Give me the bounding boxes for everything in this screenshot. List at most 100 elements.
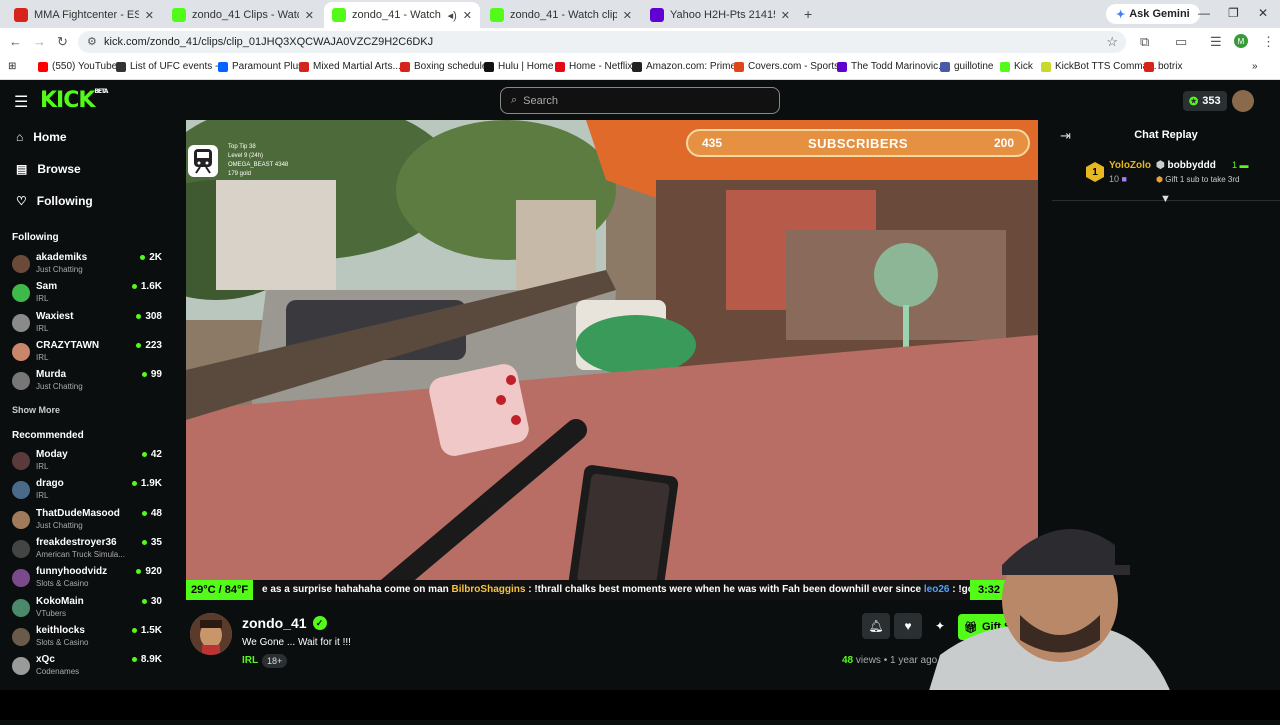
media-icon[interactable]: ▭ <box>1175 34 1187 50</box>
audio-icon[interactable]: ◂) <box>448 9 457 22</box>
sub-badge-icon: ■ <box>1121 174 1127 184</box>
viewer-count: 99 <box>141 369 162 380</box>
channel-category: IRL <box>36 323 49 333</box>
bookmark-item[interactable]: Amazon.com: Prime... <box>632 61 744 72</box>
minimize-icon[interactable]: — <box>1198 6 1210 20</box>
bookmark-item[interactable]: botrix <box>1144 61 1182 72</box>
url-text: kick.com/zondo_41/clips/clip_01JHQ3XQCWA… <box>104 36 434 48</box>
gifter-name: YoloZolo <box>1109 160 1152 171</box>
forward-icon[interactable]: → <box>33 34 46 49</box>
recipient-text: bobbyddd <box>1167 160 1216 171</box>
channel-item-freakdestroyer36[interactable]: freakdestroyer36 American Truck Simula...… <box>12 537 162 563</box>
search-placeholder: Search <box>523 94 559 107</box>
close-tab-icon[interactable]: ✕ <box>623 9 632 22</box>
views-label: views <box>855 655 881 666</box>
bookmark-item[interactable]: KickBot TTS Comma... <box>1041 61 1157 72</box>
channel-item-murda[interactable]: Murda Just Chatting 99 <box>12 369 162 395</box>
streamer-avatar[interactable] <box>190 613 232 655</box>
channel-item-thatdudemasood[interactable]: ThatDudeMasood Just Chatting 48 <box>12 508 162 534</box>
bookmark-item[interactable]: Kick <box>1000 61 1033 72</box>
more-bookmarks-icon[interactable]: » <box>1252 61 1258 72</box>
viewer-count: 8.9K <box>131 654 162 665</box>
close-tab-icon[interactable]: ✕ <box>463 9 472 22</box>
bookmark-item[interactable]: The Todd Marinovic... <box>837 61 946 72</box>
channel-name: ThatDudeMasood <box>36 507 120 519</box>
bell-icon: 🔔︎ <box>868 619 884 633</box>
new-tab-button[interactable]: + <box>804 6 812 22</box>
page-bottom <box>0 690 1280 720</box>
close-window-icon[interactable]: ✕ <box>1258 6 1268 20</box>
bookmark-item[interactable]: Boxing schedule <box>400 61 487 72</box>
kick-favicon-icon <box>332 8 346 22</box>
user-avatar[interactable] <box>1232 90 1254 112</box>
browser-tab[interactable]: Yahoo H2H-Pts 214155 - Mr. Bc ✕ <box>642 2 798 28</box>
browser-tab[interactable]: zondo_41 - Watch clips on Kick ✕ <box>482 2 640 28</box>
bookmark-item[interactable]: (550) YouTube <box>38 61 117 72</box>
bookmark-item[interactable]: Home - Netflix <box>555 61 632 72</box>
downloads-icon[interactable]: ☰ <box>1210 34 1222 50</box>
channel-item-waxiest[interactable]: Waxiest IRL 308 <box>12 311 162 337</box>
close-tab-icon[interactable]: ✕ <box>145 9 154 22</box>
streamer-name[interactable]: zondo_41 ✓ <box>242 615 327 631</box>
bookmark-item[interactable]: guillotine <box>940 61 993 72</box>
restore-icon[interactable]: ❐ <box>1228 6 1239 20</box>
channel-item-kokomain[interactable]: KokoMain VTubers 30 <box>12 596 162 622</box>
channel-item-akademiks[interactable]: akademiks Just Chatting 2K <box>12 252 162 278</box>
profile-avatar-icon[interactable]: M <box>1234 34 1248 48</box>
back-icon[interactable]: ← <box>9 34 22 49</box>
channel-item-moday[interactable]: Moday IRL 42 <box>12 449 162 475</box>
points-count: 353 <box>1202 95 1221 107</box>
gift-message-text: Gift 1 sub to take 3rd <box>1165 175 1240 184</box>
nav-following[interactable]: ♡ Following <box>16 194 93 208</box>
channel-item-drago[interactable]: drago IRL 1.9K <box>12 478 162 504</box>
channel-avatar <box>12 284 30 303</box>
extensions-icon[interactable]: ⧉ <box>1140 34 1149 50</box>
menu-dots-icon[interactable]: ⋮ <box>1262 34 1275 50</box>
bookmark-item[interactable]: Mixed Martial Arts... <box>299 61 401 72</box>
viewer-count: 2K <box>140 252 162 263</box>
apps-grid-icon[interactable]: ⊞ <box>8 61 16 72</box>
channel-item-funnyhoodvidz[interactable]: funnyhoodvidz Slots & Casino 920 <box>12 566 162 592</box>
kick-logo[interactable]: KICKBETA <box>40 88 108 113</box>
browser-tab-active[interactable]: zondo_41 - Watch clips on K ◂) ✕ <box>324 2 480 28</box>
close-tab-icon[interactable]: ✕ <box>305 9 314 22</box>
streamer-name-text: zondo_41 <box>242 615 307 631</box>
viewer-count-text: 1.5K <box>140 624 162 636</box>
bookmark-item[interactable]: Hulu | Home <box>484 61 553 72</box>
category-tag[interactable]: IRL <box>242 655 258 666</box>
viewer-count: 223 <box>136 340 162 351</box>
expand-gifters-icon[interactable]: ▼ <box>1160 193 1171 205</box>
channel-item-xqc[interactable]: xQc Codenames 8.9K <box>12 654 162 680</box>
show-more-link[interactable]: Show More <box>12 405 60 415</box>
viewer-count: 30 <box>141 596 162 607</box>
search-input[interactable]: ⌕ Search <box>500 87 780 114</box>
nav-browse[interactable]: ▤ Browse <box>16 162 81 176</box>
ask-gemini-button[interactable]: ✦ Ask Gemini <box>1106 4 1200 24</box>
url-input[interactable]: ⚙ kick.com/zondo_41/clips/clip_01JHQ3XQC… <box>78 31 1126 53</box>
browser-tab[interactable]: zondo_41 Clips - Watch Live on ✕ <box>164 2 322 28</box>
sidebar: ⌂ Home ▤ Browse ♡ Following Following akade… <box>0 120 172 690</box>
gift-message: ⬢ Gift 1 sub to take 3rd <box>1156 175 1239 184</box>
nav-home[interactable]: ⌂ Home <box>16 130 67 144</box>
channel-category: IRL <box>36 491 49 501</box>
bookmark-item[interactable]: Covers.com - Sports... <box>734 61 847 72</box>
channel-name: Moday <box>36 449 68 460</box>
viewer-count: 1.6K <box>131 281 162 292</box>
browser-tab[interactable]: MMA Fightcenter - ESPN ✕ <box>6 2 162 28</box>
recipient-badge-icon: ⬢ <box>1156 160 1165 171</box>
youtube-icon <box>38 61 48 72</box>
reload-icon[interactable]: ↻ <box>57 34 68 50</box>
hamburger-menu-icon[interactable]: ☰ <box>14 92 28 112</box>
notification-bell-button[interactable]: 🔔︎ <box>862 613 890 639</box>
site-info-icon[interactable]: ⚙ <box>87 35 97 48</box>
paramount-icon <box>218 61 228 72</box>
kick-points-button[interactable]: ✪ 353 <box>1183 91 1227 111</box>
close-tab-icon[interactable]: ✕ <box>781 9 790 22</box>
channel-item-sam[interactable]: Sam IRL 1.6K <box>12 281 162 307</box>
bookmark-item[interactable]: Paramount Plus <box>218 61 303 72</box>
channel-item-keithlocks[interactable]: keithlocks Slots & Casino 1.5K <box>12 625 162 651</box>
channel-item-crazytawn[interactable]: CRAZYTAWN IRL 223 <box>12 340 162 366</box>
bookmark-star-icon[interactable]: ☆ <box>1106 34 1118 50</box>
bookmark-item[interactable]: List of UFC events -... <box>116 61 227 72</box>
top-gifter-card[interactable]: 1 YoloZolo 10 ■ ⬢ bobbyddd 1 ▬ ⬢ Gift 1 … <box>1086 158 1266 188</box>
